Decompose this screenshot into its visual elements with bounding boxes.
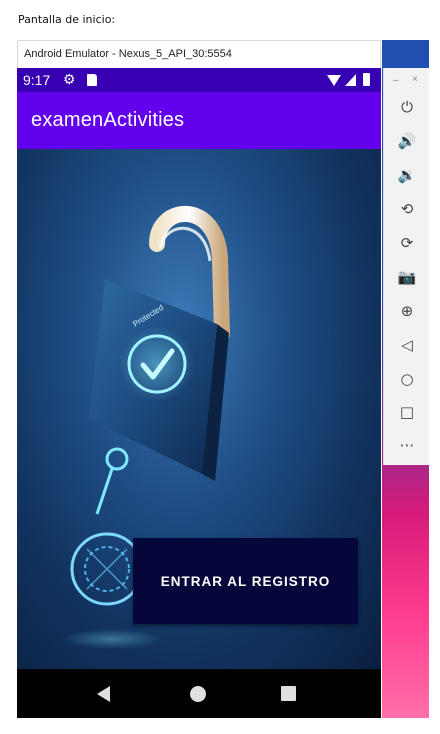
enter-registro-button[interactable]: ENTRAR AL REGISTRO [133, 538, 358, 624]
battery-icon [363, 73, 370, 86]
navigation-bar [17, 669, 381, 718]
signal-icon [345, 74, 356, 86]
phone-screen: 9:17 ⚙ examenActivities Protected ENTRAR… [17, 68, 381, 718]
app-bar: examenActivities [17, 92, 381, 149]
nav-back-icon[interactable] [97, 686, 110, 702]
emulator-title-bar: Android Emulator - Nexus_5_API_30:5554 [17, 40, 381, 68]
status-bar: 9:17 ⚙ [17, 68, 381, 92]
emulator-toolbar: – × ⏻ 🔊 🔉 ⟲ ⟳ 📷 ⊕ ◁ ○ □ ⋯ [383, 68, 429, 465]
home-icon[interactable]: ○ [396, 368, 418, 390]
back-icon[interactable]: ◁ [396, 334, 418, 356]
close-icon[interactable]: × [412, 74, 418, 85]
app-title: examenActivities [31, 109, 185, 131]
wifi-icon [327, 75, 341, 86]
volume-down-icon[interactable]: 🔉 [396, 164, 418, 186]
sd-card-icon [87, 74, 97, 86]
main-content: Protected ENTRAR AL REGISTRO [17, 149, 381, 669]
page-caption: Pantalla de inicio: [18, 13, 116, 26]
nav-home-icon[interactable] [190, 686, 206, 702]
overview-icon[interactable]: □ [396, 401, 418, 423]
emulator-window-title: Android Emulator - Nexus_5_API_30:5554 [24, 48, 232, 60]
status-time: 9:17 [23, 72, 51, 88]
minimize-icon[interactable]: – [393, 75, 399, 86]
rotate-right-icon[interactable]: ⟳ [396, 232, 418, 254]
more-icon[interactable]: ⋯ [396, 434, 418, 456]
gear-icon: ⚙ [63, 71, 76, 87]
power-icon[interactable]: ⏻ [396, 96, 418, 118]
zoom-icon[interactable]: ⊕ [396, 300, 418, 322]
rotate-left-icon[interactable]: ⟲ [396, 198, 418, 220]
camera-icon[interactable]: 📷 [396, 266, 418, 288]
volume-up-icon[interactable]: 🔊 [396, 130, 418, 152]
nav-recents-icon[interactable] [281, 686, 296, 701]
